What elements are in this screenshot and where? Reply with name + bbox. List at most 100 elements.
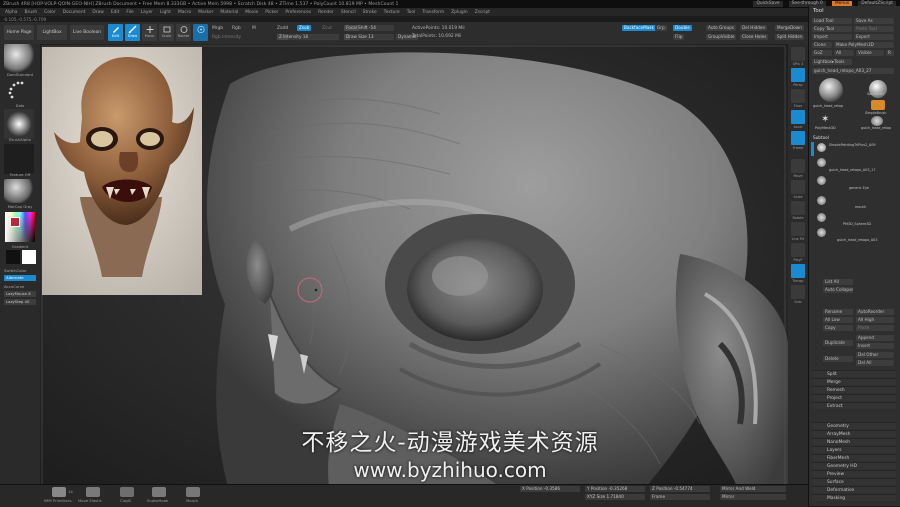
menu-extract[interactable]: Extract bbox=[812, 402, 896, 409]
scale-view-icon[interactable] bbox=[791, 180, 805, 194]
morph-icon[interactable] bbox=[186, 487, 200, 497]
main-color-swatch[interactable] bbox=[10, 217, 20, 227]
lightbox-button[interactable]: LightBox bbox=[37, 25, 67, 40]
menu-document[interactable]: Document bbox=[63, 10, 86, 15]
secondary-color-swatch[interactable] bbox=[22, 250, 36, 264]
local-icon[interactable] bbox=[791, 110, 805, 124]
delete-button[interactable]: Delete bbox=[823, 356, 853, 362]
tool-thumb-head[interactable] bbox=[819, 78, 843, 102]
reference-image[interactable] bbox=[42, 47, 202, 295]
clone-button[interactable]: Clone bbox=[812, 42, 832, 48]
menu-edit[interactable]: Edit bbox=[111, 10, 120, 15]
menu-deformation[interactable]: Deformation bbox=[812, 486, 896, 493]
draw-size-slider[interactable]: Draw Size 13 bbox=[344, 34, 394, 40]
subtool-item-6[interactable]: gulch_head_retopo_A03 bbox=[837, 238, 877, 242]
menu-surface[interactable]: Surface bbox=[812, 478, 896, 485]
move-elastic-icon[interactable] bbox=[86, 487, 100, 497]
menu-layer[interactable]: Layer bbox=[141, 10, 153, 15]
menu-masking[interactable]: Masking bbox=[812, 494, 896, 501]
quicksave-button[interactable]: QuickSave bbox=[753, 1, 783, 7]
menu-remesh[interactable]: Remesh bbox=[812, 386, 896, 393]
subtool-item-1[interactable]: SimplePaintingTriPlus2_A09 bbox=[829, 143, 876, 147]
mirror-button[interactable]: Mirror bbox=[720, 494, 786, 500]
scale-mode-button[interactable]: Scale bbox=[159, 24, 174, 41]
goz-r-button[interactable]: R bbox=[886, 50, 894, 56]
rotate-mode-button[interactable]: Rotate bbox=[176, 24, 191, 41]
menu-color[interactable]: Color bbox=[44, 10, 55, 15]
subtool-thumb[interactable] bbox=[817, 158, 826, 167]
menu-merge[interactable]: Merge bbox=[812, 378, 896, 385]
mirror-and-weld-button[interactable]: Mirror And Weld bbox=[720, 486, 786, 492]
line-fill-icon[interactable] bbox=[791, 222, 805, 236]
floor-icon[interactable] bbox=[791, 89, 805, 103]
menu-geometry[interactable]: Geometry bbox=[812, 422, 896, 429]
subtool-thumb[interactable] bbox=[817, 228, 826, 237]
split-hidden-button[interactable]: Split Hidden bbox=[775, 34, 805, 40]
texture-thumbnail[interactable] bbox=[4, 144, 34, 174]
all-high-button[interactable]: All High bbox=[856, 317, 894, 323]
home-page-button[interactable]: Home Page bbox=[4, 25, 34, 40]
polymesh-star-icon[interactable]: ✶ bbox=[821, 114, 829, 125]
subtool-thumb[interactable] bbox=[817, 176, 826, 185]
auto-reorder-button[interactable]: AutoReorder bbox=[856, 309, 894, 315]
menu-arraymesh[interactable]: ArrayMesh bbox=[812, 430, 896, 437]
frame-icon[interactable] bbox=[791, 131, 805, 145]
duplicate-button[interactable]: Duplicate bbox=[823, 340, 853, 346]
merge-down-button[interactable]: MergeDown bbox=[775, 25, 804, 31]
lightbox-tools-button[interactable]: Lightbox▸Tools bbox=[812, 59, 852, 65]
m-toggle[interactable]: M bbox=[252, 26, 256, 31]
menu-tool[interactable]: Tool bbox=[407, 10, 416, 15]
zcut-toggle[interactable]: Zcut bbox=[322, 26, 332, 31]
menu-preview[interactable]: Preview bbox=[812, 470, 896, 477]
menu-movie[interactable]: Movie bbox=[245, 10, 258, 15]
zadd-toggle[interactable]: Zadd bbox=[277, 26, 288, 31]
subtool-thumb[interactable] bbox=[817, 196, 826, 205]
solo-icon[interactable] bbox=[791, 285, 805, 299]
menu-zscript[interactable]: Zscript bbox=[475, 10, 490, 15]
snakehook-icon[interactable] bbox=[152, 487, 166, 497]
primary-color-swatch[interactable] bbox=[6, 250, 20, 264]
subtool-item-3[interactable]: generic Eye bbox=[849, 186, 869, 190]
save-as-button[interactable]: Save As bbox=[854, 18, 894, 24]
auto-collapse-button[interactable]: Auto Collapse bbox=[823, 287, 853, 293]
stroke-dots-icon[interactable] bbox=[4, 78, 34, 102]
lazy-step-slider[interactable]: LazyStep 40 bbox=[4, 299, 36, 305]
draw-mode-button[interactable]: Draw bbox=[125, 24, 140, 41]
menu-draw[interactable]: Draw bbox=[92, 10, 103, 15]
menu-nanomesh[interactable]: NanoMesh bbox=[812, 438, 896, 445]
menu-render[interactable]: Render bbox=[318, 10, 334, 15]
make-polymesh-button[interactable]: Make PolyMesh3D bbox=[834, 42, 894, 48]
brush-thumbnail[interactable] bbox=[4, 44, 34, 74]
spix-icon[interactable] bbox=[791, 47, 805, 61]
insert-button[interactable]: Insert bbox=[856, 343, 894, 349]
menu-split[interactable]: Split bbox=[812, 370, 896, 377]
menu-file[interactable]: File bbox=[126, 10, 133, 15]
load-tool-button[interactable]: Load Tool bbox=[812, 18, 852, 24]
goz-button[interactable]: GoZ bbox=[812, 50, 832, 56]
imm-primitives-icon[interactable] bbox=[52, 487, 66, 497]
alpha-thumbnail[interactable] bbox=[4, 109, 34, 139]
menu-preferences[interactable]: Preferences bbox=[285, 10, 311, 15]
menu-layers[interactable]: Layers bbox=[812, 446, 896, 453]
tool-thumb-head2[interactable] bbox=[871, 116, 883, 126]
current-tool-slider[interactable]: gulch_head_retopo_A03_27 bbox=[812, 68, 894, 74]
move-view-icon[interactable] bbox=[791, 159, 805, 173]
menu-texture[interactable]: Texture bbox=[384, 10, 400, 15]
polyf-icon[interactable] bbox=[791, 243, 805, 257]
subtool-item-2[interactable]: gulch_head_retopo_A03_17 bbox=[829, 168, 876, 172]
grp-button[interactable]: Grp bbox=[655, 25, 667, 31]
accu-curve-button[interactable]: AccuCurve bbox=[4, 284, 24, 289]
paste-button[interactable]: Paste bbox=[856, 325, 894, 331]
auto-groups-button[interactable]: Auto Groups bbox=[706, 25, 736, 31]
menu-stroke[interactable]: Stroke bbox=[363, 10, 377, 15]
rename-button[interactable]: Rename bbox=[823, 309, 853, 315]
menu-transform[interactable]: Transform bbox=[422, 10, 444, 15]
rgb-intensity-slider[interactable]: Rgb Intensity bbox=[212, 35, 241, 40]
append-button[interactable]: Append bbox=[856, 335, 894, 341]
paste-tool-button[interactable]: Paste Tool bbox=[854, 26, 894, 32]
del-all-button[interactable]: Del All bbox=[856, 360, 894, 366]
gizmo-button[interactable] bbox=[193, 24, 208, 41]
copy-tool-button[interactable]: Copy Tool bbox=[812, 26, 852, 32]
y-position-slider[interactable]: Y Position -0.35268 bbox=[585, 486, 645, 492]
flip-button[interactable]: Flip bbox=[673, 34, 685, 40]
